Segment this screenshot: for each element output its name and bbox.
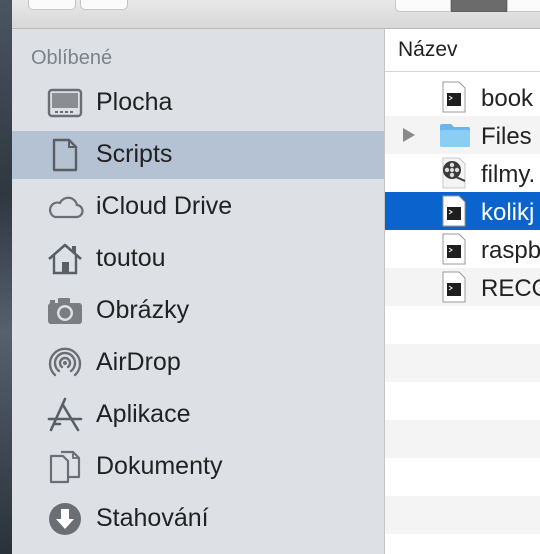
sidebar-item-label: Dokumenty <box>96 452 223 480</box>
camera-icon <box>46 293 84 329</box>
cloud-icon <box>46 189 84 225</box>
file-row[interactable]: book <box>385 78 540 116</box>
sidebar-item-label: Plocha <box>96 88 173 116</box>
view-icon-button[interactable] <box>395 0 451 12</box>
empty-row <box>385 344 540 382</box>
download-icon <box>46 501 84 537</box>
home-icon <box>46 241 84 277</box>
terminal-file-icon <box>441 271 469 303</box>
back-button[interactable] <box>28 0 76 10</box>
file-name: RECO <box>481 275 540 302</box>
movie-reel-icon <box>441 157 469 189</box>
file-row[interactable]: raspb <box>385 230 540 268</box>
sidebar-section-favorites: Oblíbené <box>31 47 113 69</box>
empty-row <box>385 420 540 458</box>
sidebar-item-plocha[interactable]: Plocha <box>12 79 384 127</box>
sidebar-item-label: Scripts <box>96 140 173 168</box>
file-row[interactable]: filmy. <box>385 154 540 192</box>
sidebar-item-aplikace[interactable]: Aplikace <box>12 391 384 439</box>
document-icon <box>46 137 84 173</box>
column-header-name[interactable]: Název <box>385 29 540 72</box>
sidebar-item-airdrop[interactable]: AirDrop <box>12 339 384 387</box>
sidebar-item-scripts[interactable]: Scripts <box>12 131 384 179</box>
sidebar-item-label: Aplikace <box>96 400 191 428</box>
sidebar-item-label: AirDrop <box>96 348 181 376</box>
folder-icon <box>439 122 470 154</box>
sidebar-item-label: iCloud Drive <box>96 192 233 220</box>
sidebar-item-dokumenty[interactable]: Dokumenty <box>12 443 384 491</box>
documents-icon <box>46 449 84 485</box>
airdrop-icon <box>46 345 84 381</box>
file-row[interactable]: Files <box>385 116 540 154</box>
sidebar-item-label: toutou <box>96 244 166 272</box>
sidebar-item-toutou[interactable]: toutou <box>12 235 384 283</box>
file-name: book <box>481 85 534 112</box>
file-row[interactable]: kolikj <box>385 192 540 230</box>
file-name: raspb <box>481 237 540 264</box>
sidebar-item-obrazky[interactable]: Obrázky <box>12 287 384 335</box>
desktop-background <box>0 0 12 554</box>
file-name: kolikj <box>481 199 535 226</box>
empty-row <box>385 496 540 534</box>
column-header-label: Název <box>398 38 458 61</box>
sidebar-item-icloud-drive[interactable]: iCloud Drive <box>12 183 384 231</box>
terminal-file-icon <box>441 81 469 113</box>
sidebar-item-label: Stahování <box>96 504 209 532</box>
applications-icon <box>46 397 84 433</box>
file-name: filmy. <box>481 161 536 188</box>
desktop-icon <box>46 85 84 121</box>
toolbar <box>12 0 540 29</box>
terminal-file-icon <box>441 195 469 227</box>
forward-button[interactable] <box>80 0 128 10</box>
view-columns-button[interactable] <box>507 0 540 12</box>
view-list-button[interactable] <box>451 0 507 12</box>
file-row[interactable]: RECO <box>385 268 540 306</box>
sidebar: Oblíbené Plocha Scripts iCloud Drive tou… <box>12 29 384 554</box>
sidebar-item-stahovani[interactable]: Stahování <box>12 495 384 543</box>
sidebar-item-label: Obrázky <box>96 296 190 324</box>
disclosure-triangle-icon[interactable] <box>402 127 416 148</box>
file-list: Název book Files filmy. kolikj raspb REC <box>385 29 540 554</box>
file-name: Files <box>481 123 532 150</box>
terminal-file-icon <box>441 233 469 265</box>
